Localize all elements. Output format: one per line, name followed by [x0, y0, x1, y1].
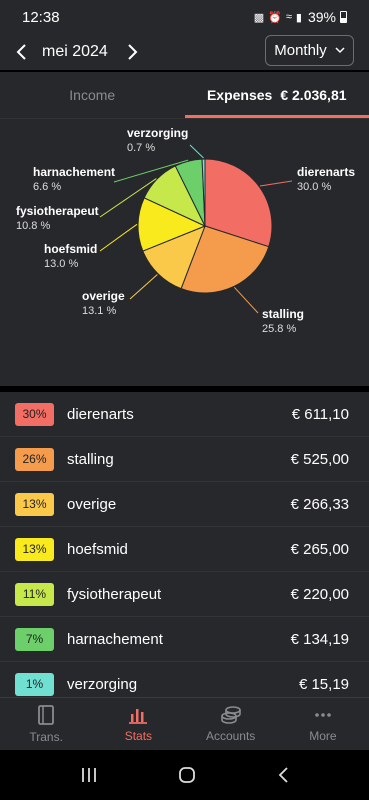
nav-trans[interactable]: Trans.: [0, 698, 92, 750]
book-icon: [38, 705, 55, 725]
nav-more[interactable]: More: [277, 698, 369, 750]
percent-badge: 30%: [15, 402, 54, 426]
status-time: 12:38: [22, 8, 60, 26]
percent-badge: 13%: [15, 492, 54, 516]
battery-label: 39%: [307, 9, 336, 25]
category-name: fysiotherapeut: [67, 585, 162, 603]
nav-trans-label: Trans.: [29, 730, 63, 744]
list-item[interactable]: 13% hoefsmid € 265,00: [0, 527, 369, 572]
slice-percent-verzorging: 0.7 %: [127, 142, 155, 154]
system-navigation: [0, 750, 369, 800]
callout-line-stalling: [233, 287, 259, 314]
month-header: mei 2024 Monthly: [0, 34, 369, 70]
pie-chart: dierenarts 30.0 % stalling 25.8 % overige 13.…: [0, 118, 369, 386]
bottom-navigation: Trans. Stats Accounts More: [0, 697, 369, 750]
nav-stats-label: Stats: [124, 729, 153, 743]
list-item[interactable]: 30% dierenarts € 611,10: [0, 392, 369, 437]
category-amount: € 15,19: [298, 675, 349, 693]
alarm-icon: ⏰: [268, 11, 282, 24]
nav-accounts-label: Accounts: [205, 729, 256, 743]
chevron-down-icon: [335, 47, 345, 54]
coins-icon: [220, 706, 241, 724]
slice-label-overige: overige: [82, 289, 125, 303]
previous-month-button[interactable]: [10, 40, 34, 64]
slice-label-stalling: stalling: [262, 307, 304, 321]
tab-income[interactable]: Income: [0, 72, 185, 118]
slice-label-verzorging: verzorging: [127, 126, 188, 140]
slice-percent-dierenarts: 30.0 %: [297, 181, 331, 193]
category-amount: € 266,33: [290, 495, 349, 513]
callout-line-dierenarts: [259, 180, 293, 187]
list-item[interactable]: 11% fysiotherapeut € 220,00: [0, 572, 369, 617]
percent-badge: 13%: [15, 537, 54, 561]
back-icon[interactable]: [276, 766, 290, 784]
bar-chart-icon: [129, 709, 148, 724]
period-label: Monthly: [274, 42, 327, 59]
wifi-icon: ≈: [285, 11, 292, 23]
next-month-button[interactable]: [120, 40, 144, 64]
callout-line-overige: [129, 274, 158, 300]
home-icon[interactable]: [177, 765, 197, 785]
chevron-right-icon: [128, 44, 138, 60]
month-label: mei 2024: [42, 43, 108, 60]
callout-line-verzorging: [189, 144, 204, 159]
slice-percent-fysiotherapeut: 10.8 %: [16, 220, 50, 232]
nav-stats[interactable]: Stats: [92, 698, 184, 750]
percent-badge: 1%: [15, 672, 54, 696]
slice-label-fysiotherapeut: fysiotherapeut: [16, 204, 99, 218]
more-dots-icon: [315, 713, 331, 717]
category-name: harnachement: [67, 630, 163, 648]
signal-icon: ▮: [295, 11, 302, 24]
chevron-left-icon: [16, 44, 26, 60]
tab-expenses[interactable]: Expenses € 2.036,81: [184, 72, 369, 118]
nav-more-label: More: [309, 729, 337, 743]
category-amount: € 525,00: [290, 450, 349, 468]
list-item[interactable]: 7% harnachement € 134,19: [0, 617, 369, 662]
category-name: dierenarts: [67, 405, 134, 423]
type-tabs: Income Expenses € 2.036,81: [0, 72, 369, 118]
slice-percent-stalling: 25.8 %: [262, 323, 296, 335]
category-name: verzorging: [67, 675, 138, 693]
status-icons: ▩ ⏰ ≈ ▮ 39%: [254, 9, 347, 25]
category-name: overige: [67, 495, 117, 513]
callout-line-hoefsmid: [99, 223, 138, 252]
expenses-total: € 2.036,81: [280, 87, 347, 103]
list-item[interactable]: 13% overige € 266,33: [0, 482, 369, 527]
slice-label-dierenarts: dierenarts: [297, 165, 355, 179]
category-amount: € 265,00: [290, 540, 349, 558]
percent-badge: 11%: [15, 582, 54, 606]
status-bar: 12:38 ▩ ⏰ ≈ ▮ 39%: [0, 0, 369, 34]
percent-badge: 26%: [15, 447, 54, 471]
tab-income-label: Income: [69, 87, 116, 103]
period-dropdown[interactable]: Monthly: [265, 35, 354, 66]
slice-label-hoefsmid: hoefsmid: [44, 242, 97, 256]
recent-apps-icon[interactable]: [79, 766, 99, 784]
tab-expenses-label: Expenses: [206, 87, 273, 103]
pie-chart-svg: dierenarts 30.0 % stalling 25.8 % overige 13.…: [16, 126, 355, 335]
notification-icon: ▩: [253, 11, 265, 24]
list-item[interactable]: 1% verzorging € 15,19: [0, 662, 369, 697]
nav-accounts[interactable]: Accounts: [185, 698, 277, 750]
category-amount: € 611,10: [291, 405, 349, 423]
percent-badge: 7%: [15, 627, 54, 651]
list-item[interactable]: 26% stalling € 525,00: [0, 437, 369, 482]
slice-percent-harnachement: 6.6 %: [33, 181, 61, 193]
category-name: stalling: [67, 450, 114, 468]
slice-percent-overige: 13.1 %: [82, 305, 116, 317]
category-list: 30% dierenarts € 611,10 26% stalling € 5…: [0, 392, 369, 697]
battery-icon: [340, 11, 347, 23]
slice-percent-hoefsmid: 13.0 %: [44, 258, 78, 270]
slice-label-harnachement: harnachement: [33, 165, 115, 179]
category-amount: € 134,19: [290, 630, 349, 648]
category-name: hoefsmid: [67, 540, 128, 558]
category-amount: € 220,00: [290, 585, 349, 603]
